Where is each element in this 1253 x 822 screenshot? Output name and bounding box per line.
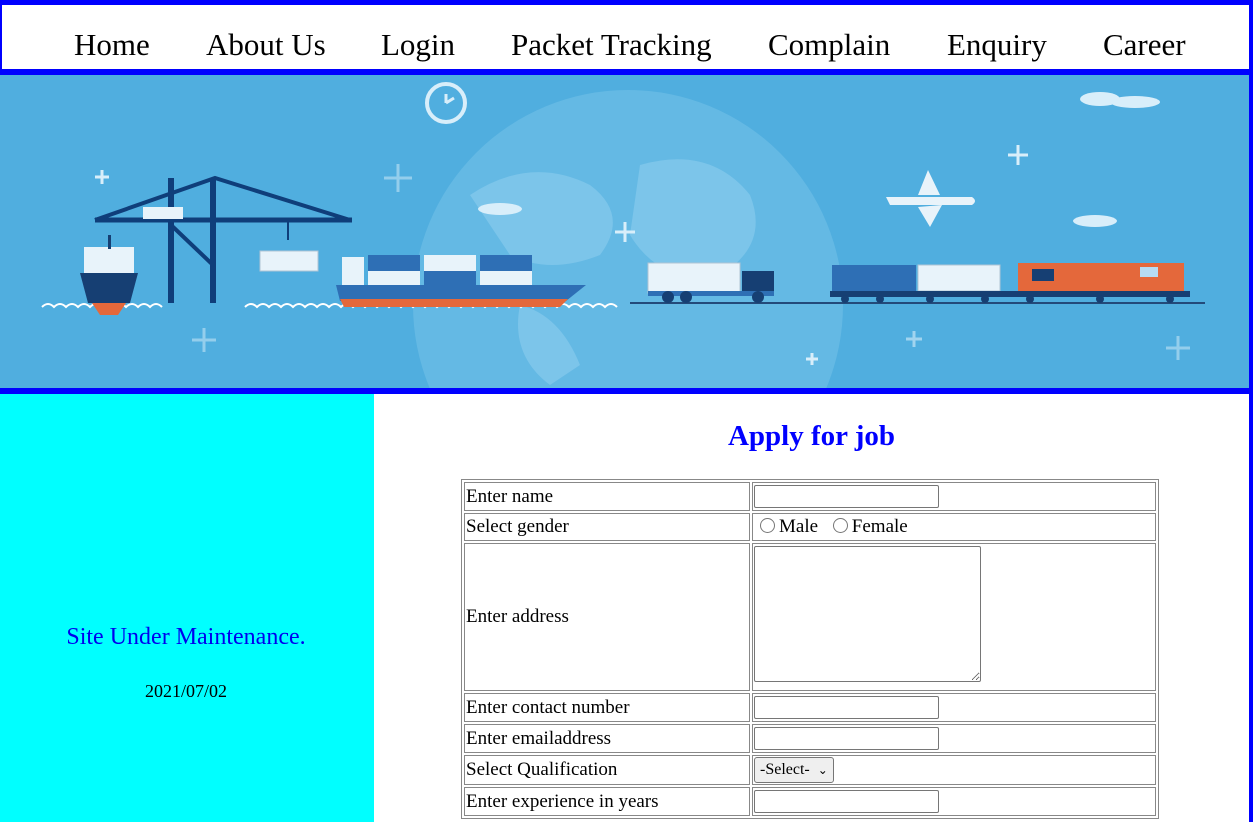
gender-label: Select gender [464, 513, 750, 541]
logistics-banner-image [41, 82, 1205, 388]
email-label: Enter emailaddress [464, 724, 750, 753]
email-input[interactable] [754, 727, 939, 750]
right-border [1249, 0, 1253, 822]
contact-row: Enter contact number [464, 693, 1156, 722]
page-title: Apply for job [727, 420, 896, 452]
main-nav: Home About Us Login Packet Tracking Comp… [2, 5, 1249, 69]
job-application-form: Enter name Select gender Male Female Ent… [461, 479, 1159, 819]
nav-enquiry[interactable]: Enquiry [947, 25, 1047, 65]
qualification-label: Select Qualification [464, 755, 750, 785]
qualification-row: Select Qualification -Select- ⌄ [464, 755, 1156, 785]
address-row: Enter address [464, 543, 1156, 691]
contact-label: Enter contact number [464, 693, 750, 722]
name-input[interactable] [754, 485, 939, 508]
train-icon [830, 263, 1190, 303]
boat-icon [80, 235, 138, 315]
globe-icon [413, 90, 843, 388]
address-textarea[interactable] [754, 546, 981, 682]
nav-complain[interactable]: Complain [768, 25, 890, 65]
nav-home[interactable]: Home [74, 25, 150, 65]
qualification-selected-value: -Select- [760, 761, 810, 778]
gender-male-label: Male [779, 516, 819, 537]
experience-label: Enter experience in years [464, 787, 750, 816]
gender-female-label: Female [851, 516, 908, 537]
nav-login[interactable]: Login [381, 25, 455, 65]
sidebar: Site Under Maintenance. 2021/07/02 [0, 394, 374, 822]
gender-female-radio[interactable] [832, 518, 848, 533]
notice-date: 2021/07/02 [144, 681, 227, 701]
job-application-section: Apply for job Enter name Select gender M… [374, 394, 1249, 822]
name-label: Enter name [464, 482, 750, 511]
nav-career[interactable]: Career [1103, 25, 1186, 65]
logistics-banner [0, 75, 1249, 388]
experience-input[interactable] [754, 790, 939, 813]
gender-row: Select gender Male Female [464, 513, 1156, 541]
experience-row: Enter experience in years [464, 787, 1156, 816]
contact-input[interactable] [754, 696, 939, 719]
qualification-select[interactable]: -Select- ⌄ [754, 757, 834, 783]
maintenance-notice: Site Under Maintenance. [66, 624, 306, 650]
email-row: Enter emailaddress [464, 724, 1156, 753]
gender-male-radio[interactable] [760, 518, 775, 533]
chevron-down-icon: ⌄ [817, 763, 828, 777]
nav-packet-tracking[interactable]: Packet Tracking [511, 25, 712, 65]
airplane-icon [886, 170, 975, 227]
name-row: Enter name [464, 482, 1156, 511]
nav-about-us[interactable]: About Us [206, 25, 326, 65]
address-label: Enter address [464, 543, 750, 691]
